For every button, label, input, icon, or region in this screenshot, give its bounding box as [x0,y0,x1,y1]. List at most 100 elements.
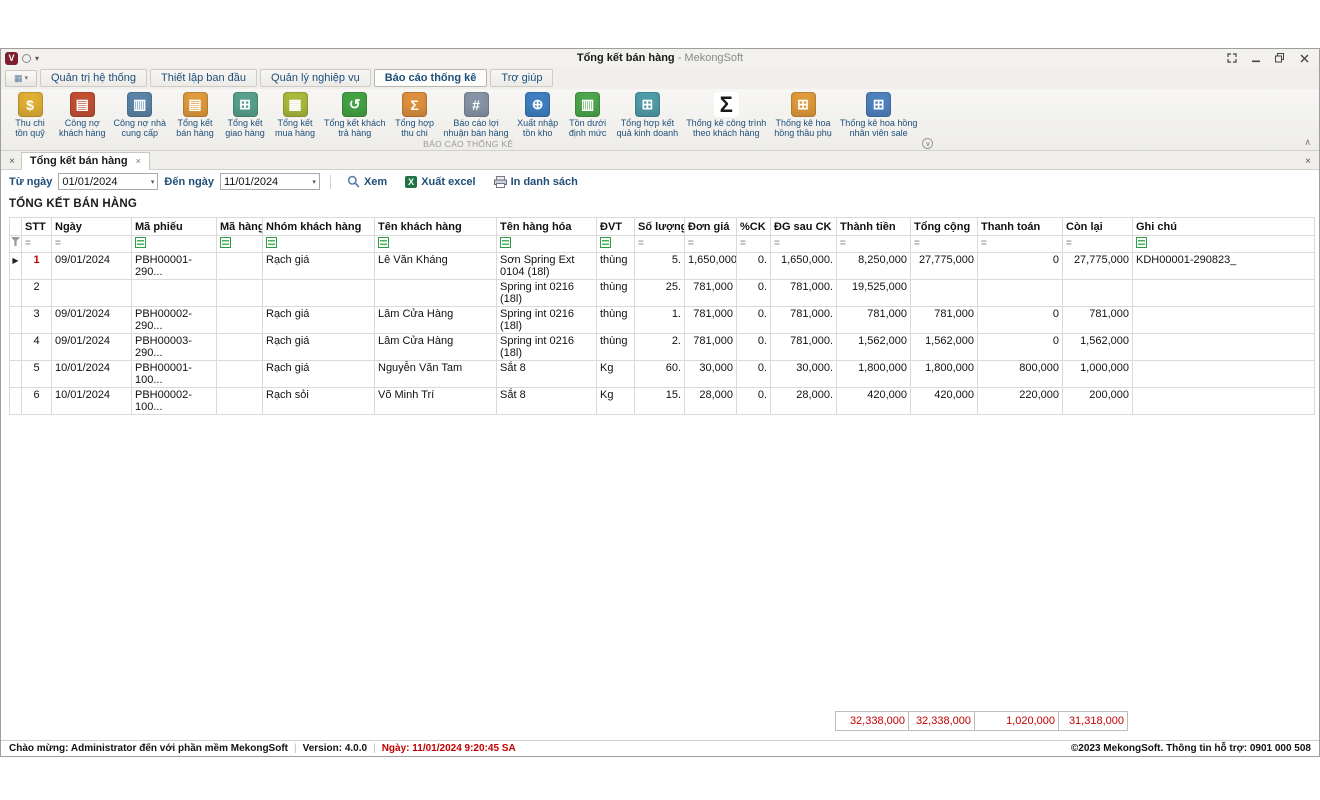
cell-so-luong-5[interactable]: 60. [635,361,685,388]
filter-cell-thanh-tien[interactable]: = [837,236,911,253]
cell-ten-khach-hang-3[interactable]: Lâm Cửa Hàng [375,307,497,334]
column-header-dg-sau-ck[interactable]: ĐG sau CK [771,218,837,236]
cell-don-gia-2[interactable]: 781,000 [685,280,737,307]
cell-ck-2[interactable]: 0. [737,280,771,307]
filter-cell-thanh-toan[interactable]: = [978,236,1063,253]
filter-cell-nhom-khach-hang[interactable] [263,236,375,253]
cell-ghi-chu-3[interactable] [1133,307,1315,334]
filter-cell-con-lai[interactable]: = [1063,236,1133,253]
column-header-ma-phieu[interactable]: Mã phiếu [132,218,217,236]
cell-don-gia-6[interactable]: 28,000 [685,388,737,415]
to-date-input[interactable]: 11/01/2024 ▾ [220,173,320,190]
cell-ten-khach-hang-2[interactable] [375,280,497,307]
table-row[interactable]: 610/01/2024PBH00002-100...Rạch sỏiVõ Min… [10,388,1315,415]
cell-ck-4[interactable]: 0. [737,334,771,361]
cell-so-luong-4[interactable]: 2. [635,334,685,361]
cell-tong-cong-1[interactable]: 27,775,000 [911,253,978,280]
cell-con-lai-2[interactable] [1063,280,1133,307]
cell-ma-phieu-3[interactable]: PBH00002-290... [132,307,217,334]
export-excel-button[interactable]: X Xuất excel [399,176,481,188]
cell-ngay-5[interactable]: 10/01/2024 [52,361,132,388]
filter-cell-ten-hang-hoa[interactable] [497,236,597,253]
cell-stt-6[interactable]: 6 [22,388,52,415]
cell-dvt-2[interactable]: thùng [597,280,635,307]
cell-ma-phieu-5[interactable]: PBH00001-100... [132,361,217,388]
cell-don-gia-4[interactable]: 781,000 [685,334,737,361]
cell-dg-sau-ck-3[interactable]: 781,000. [771,307,837,334]
filter-cell-ten-khach-hang[interactable] [375,236,497,253]
quick-access-circle-icon[interactable] [22,54,31,63]
cell-dvt-3[interactable]: thùng [597,307,635,334]
column-header-nhom-khach-hang[interactable]: Nhóm khách hàng [263,218,375,236]
column-header-tong-cong[interactable]: Tổng cộng [911,218,978,236]
cell-so-luong-3[interactable]: 1. [635,307,685,334]
cell-ghi-chu-2[interactable] [1133,280,1315,307]
cell-dvt-4[interactable]: thùng [597,334,635,361]
cell-thanh-tien-6[interactable]: 420,000 [837,388,911,415]
cell-ma-phieu-4[interactable]: PBH00003-290... [132,334,217,361]
cell-ghi-chu-6[interactable] [1133,388,1315,415]
filter-cell-ck[interactable]: = [737,236,771,253]
cell-con-lai-1[interactable]: 27,775,000 [1063,253,1133,280]
ribbon-tab-bao-cao-thong-ke[interactable]: Báo cáo thống kê [374,69,488,87]
ribbon-button-thu-chi-ton-quy[interactable]: $Thu chitồn quỹ [5,91,55,138]
cell-dvt-5[interactable]: Kg [597,361,635,388]
cell-thanh-tien-3[interactable]: 781,000 [837,307,911,334]
cell-ten-khach-hang-4[interactable]: Lâm Cửa Hàng [375,334,497,361]
cell-thanh-tien-1[interactable]: 8,250,000 [837,253,911,280]
cell-ten-hang-hoa-2[interactable]: Spring int 0216 (18l) [497,280,597,307]
ribbon-tab-tro-giup[interactable]: Trợ giúp [490,69,553,87]
column-header-thanh-toan[interactable]: Thanh toán [978,218,1063,236]
filter-cell-tong-cong[interactable]: = [911,236,978,253]
ribbon-button-thong-ke-hoa-hong-thau-phu[interactable]: ⊞Thống kê hoahồng thầu phụ [770,91,836,138]
cell-dvt-1[interactable]: thùng [597,253,635,280]
cell-ma-hang-6[interactable] [217,388,263,415]
cell-so-luong-6[interactable]: 15. [635,388,685,415]
column-header-ngay[interactable]: Ngày [52,218,132,236]
ribbon-tab-thiet-lap-ban-dau[interactable]: Thiết lập ban đầu [150,69,257,87]
cell-don-gia-5[interactable]: 30,000 [685,361,737,388]
cell-ma-hang-2[interactable] [217,280,263,307]
column-header-ten-hang-hoa[interactable]: Tên hàng hóa [497,218,597,236]
column-header-so-luong[interactable]: Số lượng [635,218,685,236]
ribbon-menu-button[interactable]: ▦▾ [5,70,37,87]
cell-stt-4[interactable]: 4 [22,334,52,361]
cell-ngay-4[interactable]: 09/01/2024 [52,334,132,361]
cell-stt-5[interactable]: 5 [22,361,52,388]
column-header-ma-hang[interactable]: Mã hàng [217,218,263,236]
cell-ghi-chu-5[interactable] [1133,361,1315,388]
table-row[interactable]: 409/01/2024PBH00003-290... Rạch giáLâm Cử… [10,334,1315,361]
print-list-button[interactable]: In danh sách [488,176,584,188]
column-header-ten-khach-hang[interactable]: Tên khách hàng [375,218,497,236]
ribbon-button-thong-ke-hoa-hong-nhan-vien-sale[interactable]: ⊞Thống kê hoa hồngnhân viên sale [836,91,922,138]
ribbon-button-ton-duoi-dinh-muc[interactable]: ▥Tồn dướiđịnh mức [563,91,613,138]
filter-cell-ma-phieu[interactable] [132,236,217,253]
cell-dg-sau-ck-6[interactable]: 28,000. [771,388,837,415]
cell-ngay-6[interactable]: 10/01/2024 [52,388,132,415]
cell-thanh-toan-5[interactable]: 800,000 [978,361,1063,388]
cell-con-lai-5[interactable]: 1,000,000 [1063,361,1133,388]
column-header-thanh-tien[interactable]: Thành tiền [837,218,911,236]
cell-don-gia-1[interactable]: 1,650,000 [685,253,737,280]
cell-ma-phieu-2[interactable] [132,280,217,307]
table-row[interactable]: ▶109/01/2024PBH00001-290...Rạch giáLê Vă… [10,253,1315,280]
cell-ma-phieu-6[interactable]: PBH00002-100... [132,388,217,415]
cell-nhom-khach-hang-4[interactable]: Rạch giá [263,334,375,361]
cell-nhom-khach-hang-6[interactable]: Rạch sỏi [263,388,375,415]
cell-thanh-toan-4[interactable]: 0 [978,334,1063,361]
ribbon-button-tong-ket-khach-tra-hang[interactable]: ↺Tổng kết kháchtrả hàng [320,91,390,138]
cell-dvt-6[interactable]: Kg [597,388,635,415]
cell-ghi-chu-1[interactable]: KDH00001-290823_ [1133,253,1315,280]
cell-ma-hang-3[interactable] [217,307,263,334]
cell-nhom-khach-hang-5[interactable]: Rạch giá [263,361,375,388]
cell-don-gia-3[interactable]: 781,000 [685,307,737,334]
document-tab-tong-ket-ban-hang[interactable]: Tổng kết bán hàng × [21,152,150,170]
cell-ck-3[interactable]: 0. [737,307,771,334]
table-row[interactable]: 2Spring int 0216 (18l)thùng25.781,0000.7… [10,280,1315,307]
ribbon-button-tong-hop-ket-qua-kinh-doanh[interactable]: ⊞Tổng hợp kếtquả kinh doanh [613,91,683,138]
cell-nhom-khach-hang-2[interactable] [263,280,375,307]
ribbon-button-tong-ket-mua-hang[interactable]: ▦Tổng kếtmua hàng [270,91,320,138]
ribbon-button-bao-cao-loi-nhuan-ban-hang[interactable]: #Báo cáo lợinhuận bán hàng [440,91,513,138]
ribbon-button-tong-ket-giao-hang[interactable]: ⊞Tổng kếtgiao hàng [220,91,270,138]
ribbon-tab-quan-ly-nghiep-vu[interactable]: Quản lý nghiệp vụ [260,69,371,87]
